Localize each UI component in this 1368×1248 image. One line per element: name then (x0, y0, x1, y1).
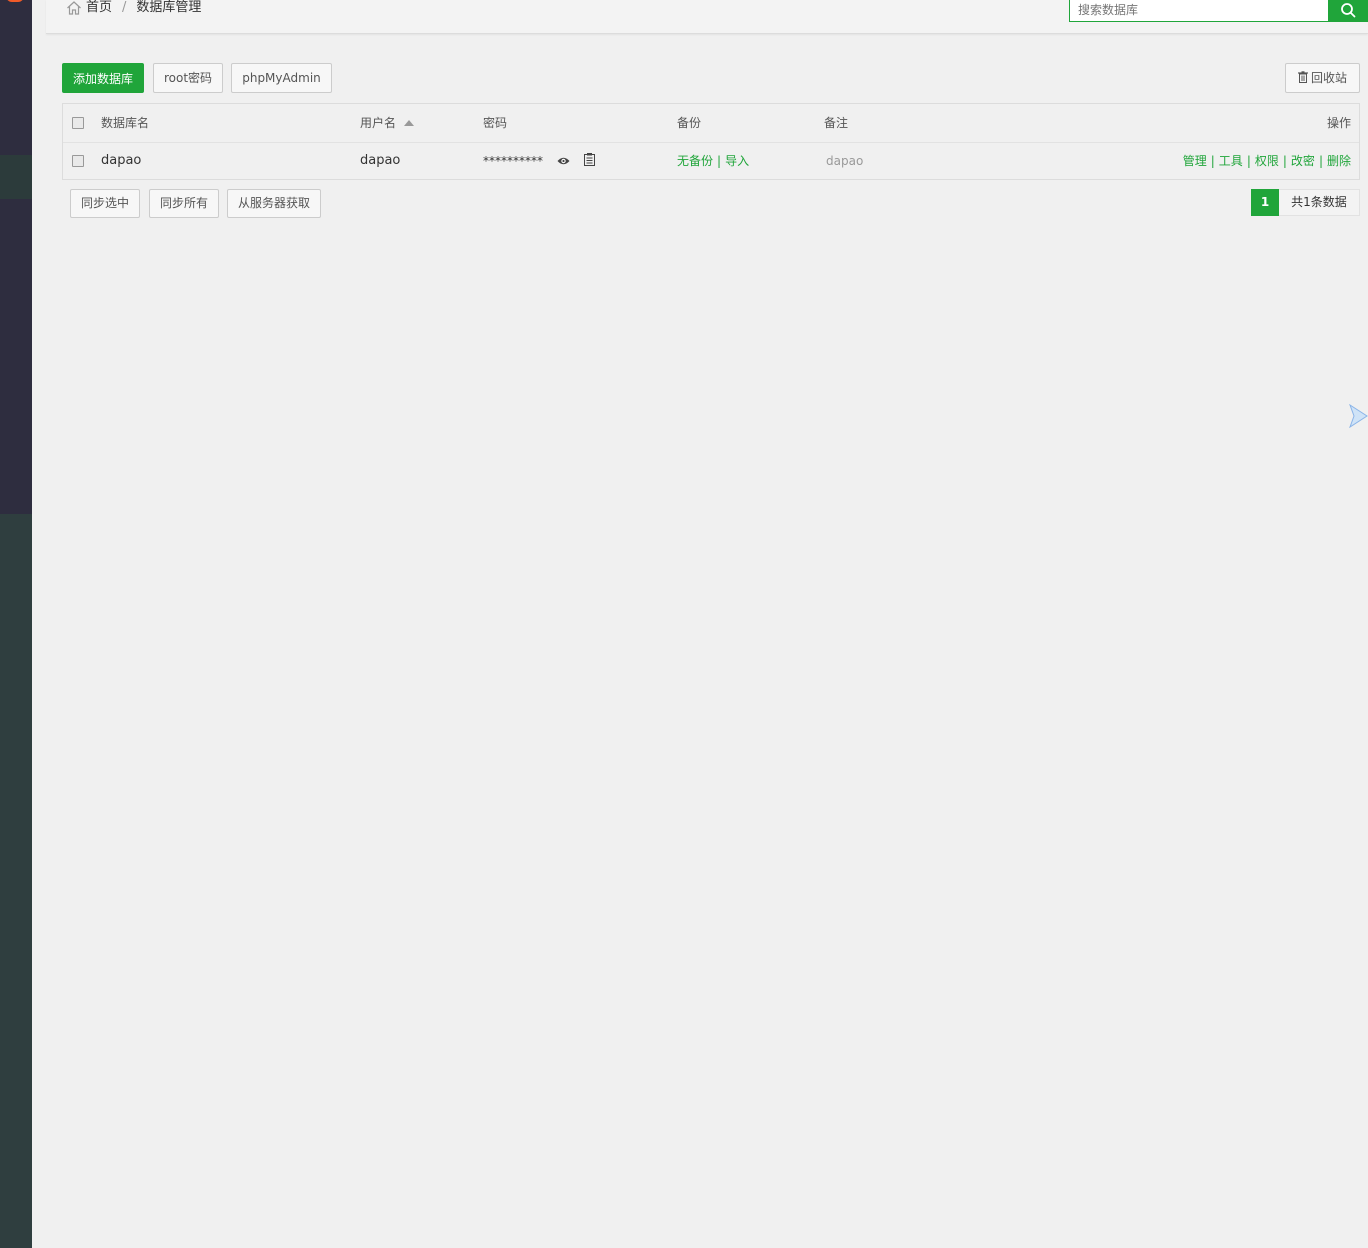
row-username: dapao (360, 153, 401, 168)
import-link[interactable]: 导入 (725, 154, 749, 168)
fetch-from-server-button[interactable]: 从服务器获取 (227, 189, 321, 218)
trash-icon (1297, 71, 1308, 83)
password-masked: ********** (483, 154, 543, 168)
separator: | (1282, 154, 1287, 168)
recycle-bin-button[interactable]: 回收站 (1285, 63, 1360, 93)
root-password-button[interactable]: root密码 (153, 63, 223, 93)
phpmyadmin-button[interactable]: phpMyAdmin (231, 63, 332, 93)
sync-selected-button[interactable]: 同步选中 (70, 189, 140, 218)
add-database-button[interactable]: 添加数据库 (62, 63, 144, 93)
database-table: 数据库名 用户名 密码 备份 备注 操作 dapao dapao *******… (62, 103, 1360, 180)
breadcrumb-current: 数据库管理 (136, 0, 202, 15)
search-button[interactable] (1328, 0, 1368, 22)
separator: | (717, 154, 722, 168)
sort-asc-icon[interactable] (404, 120, 415, 126)
permissions-link[interactable]: 权限 (1255, 154, 1279, 168)
no-backup-link[interactable]: 无备份 (677, 154, 713, 168)
breadcrumb: 首页 / 数据库管理 (66, 0, 201, 16)
header-username[interactable]: 用户名 (360, 104, 415, 142)
pagination-current-page[interactable]: 1 (1251, 189, 1279, 216)
left-sidebar (0, 0, 32, 1248)
separator: | (1246, 154, 1251, 168)
header-db-name: 数据库名 (101, 116, 150, 130)
header-password: 密码 (483, 116, 508, 130)
row-backup: 无备份 | 导入 (677, 142, 749, 180)
select-all-checkbox[interactable] (72, 117, 84, 129)
sidebar-menu-area (0, 0, 32, 514)
row-actions: 管理 | 工具 | 权限 | 改密 | 删除 (1183, 142, 1351, 180)
home-icon[interactable] (66, 0, 82, 16)
header-note: 备注 (824, 116, 849, 130)
header-username-label: 用户名 (360, 116, 397, 130)
eye-icon[interactable] (557, 143, 570, 181)
row-db-name: dapao (101, 153, 142, 168)
breadcrumb-separator: / (122, 0, 127, 15)
pagination-total: 共1条数据 (1279, 189, 1360, 216)
separator: | (1318, 154, 1323, 168)
search-input[interactable] (1069, 0, 1328, 22)
row-password: ********** (483, 142, 595, 180)
delete-link[interactable]: 删除 (1327, 154, 1351, 168)
recycle-bin-label: 回收站 (1310, 71, 1347, 85)
top-bar: 首页 / 数据库管理 (46, 0, 1368, 34)
header-actions: 操作 (1326, 116, 1351, 130)
manage-link[interactable]: 管理 (1183, 154, 1207, 168)
row-checkbox[interactable] (72, 155, 84, 167)
copy-icon[interactable] (583, 143, 595, 181)
tools-link[interactable]: 工具 (1219, 154, 1243, 168)
search-icon (1341, 3, 1356, 18)
send-arrow-icon[interactable] (1349, 403, 1368, 431)
change-password-link[interactable]: 改密 (1291, 154, 1315, 168)
search-box (1069, 0, 1368, 22)
table-header: 数据库名 用户名 密码 备份 备注 操作 (63, 104, 1359, 143)
sidebar-item-active[interactable] (0, 155, 32, 199)
row-note[interactable]: dapao (826, 142, 863, 180)
table-row: dapao dapao ********** 无备份 | 导入 dapao 管理 | 工… (63, 142, 1359, 180)
header-backup: 备份 (677, 116, 702, 130)
sync-all-button[interactable]: 同步所有 (149, 189, 219, 218)
breadcrumb-home-link[interactable]: 首页 (86, 0, 112, 16)
separator: | (1210, 154, 1215, 168)
